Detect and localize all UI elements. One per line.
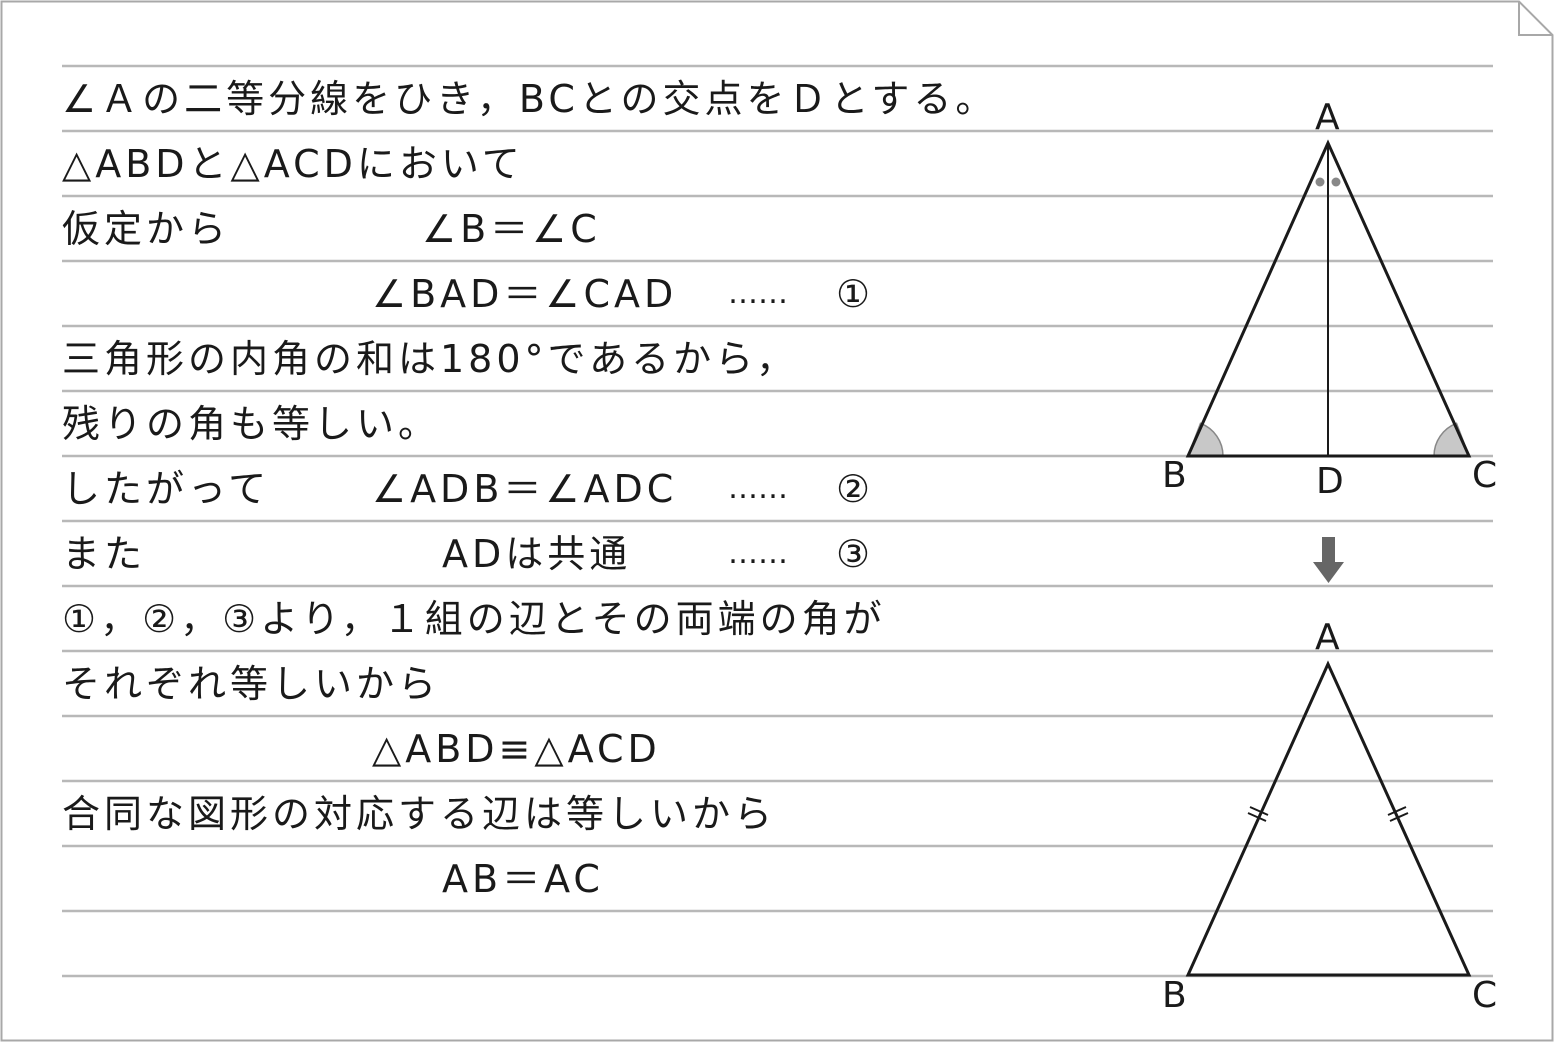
figure-bottom-triangle: [1185, 660, 1472, 977]
vertex-label-a-bottom: A: [1315, 617, 1340, 658]
vertex-label-c-bottom: C: [1472, 975, 1498, 1016]
worksheet: ∠Ａの二等分線をひき，BCとの交点をＤとする。 △ABDと△ACDにおいて 仮定…: [0, 0, 1554, 1042]
vertex-label-b-bottom: B: [1162, 975, 1187, 1016]
triangle-abc-isosceles: [1185, 660, 1472, 977]
equal-side-marks: [1247, 806, 1409, 822]
